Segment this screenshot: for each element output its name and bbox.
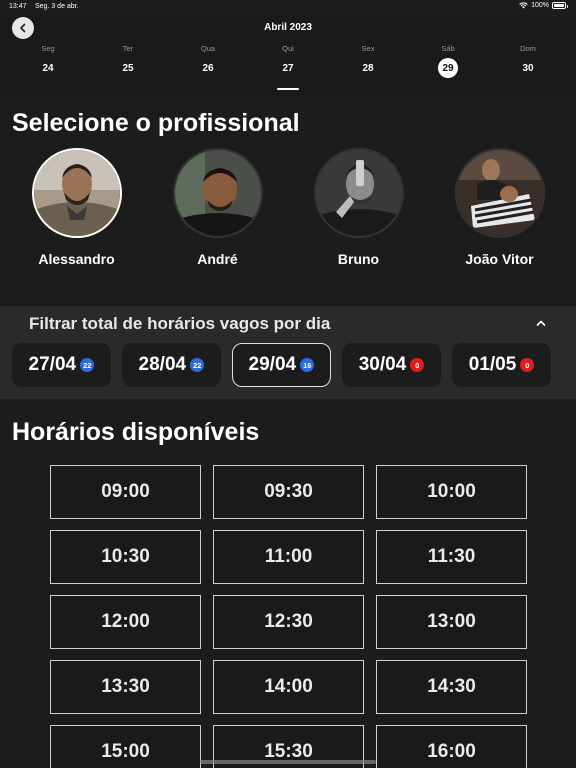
day-number: 28 (362, 62, 374, 74)
time-slot-grid: 09:00 09:30 10:00 10:30 11:00 11:30 12:0… (50, 465, 527, 768)
professionals-section: Selecione o profissional Alessandro Andr… (0, 96, 576, 306)
professional-name: João Vitor (465, 251, 534, 267)
chevron-up-icon[interactable] (536, 318, 546, 328)
day-name: Ter (122, 44, 134, 53)
date-chip-01-05[interactable]: 01/05 0 (452, 343, 551, 387)
time-slot[interactable]: 14:00 (213, 660, 364, 714)
professional-joao-vitor[interactable]: João Vitor (435, 148, 565, 267)
count-badge: 22 (190, 358, 205, 372)
times-title: Horários disponíveis (12, 418, 260, 446)
day-number: 27 (282, 62, 294, 74)
day-name: Qui (282, 44, 294, 53)
time-slot[interactable]: 11:00 (213, 530, 364, 584)
time-slot[interactable]: 09:00 (50, 465, 201, 519)
day-sex[interactable]: Sex 28 (328, 42, 408, 92)
count-badge: 0 (410, 358, 425, 372)
time-slot[interactable]: 10:30 (50, 530, 201, 584)
day-seg[interactable]: Seg 24 (8, 42, 88, 92)
day-name: Sáb (441, 44, 455, 53)
day-name: Sex (361, 44, 375, 53)
date-chips: 27/04 22 28/04 22 29/04 16 30/04 0 01/05… (12, 343, 551, 387)
battery-percentage: 100% (531, 2, 549, 9)
avatar-photo (456, 150, 543, 236)
time-slot[interactable]: 13:00 (376, 595, 527, 649)
day-number: 30 (522, 62, 534, 74)
chip-date: 27/04 (28, 354, 77, 375)
date-chip-28-04[interactable]: 28/04 22 (122, 343, 221, 387)
day-qui[interactable]: Qui 27 (248, 42, 328, 92)
week-strip: Seg 24 Ter 25 Qua 26 Qui 27 Sex 28 Sáb 29 Dom 3… (8, 42, 568, 92)
time-slot[interactable]: 14:30 (376, 660, 527, 714)
professional-name: Alessandro (38, 251, 115, 267)
day-name: Seg (41, 44, 55, 53)
time-slot[interactable]: 10:00 (376, 465, 527, 519)
time-slot[interactable]: 15:00 (50, 725, 201, 768)
date-chip-27-04[interactable]: 27/04 22 (12, 343, 111, 387)
count-badge: 22 (80, 358, 95, 372)
avatar (313, 148, 404, 238)
professionals-title: Selecione o profissional (12, 109, 300, 137)
filter-section: Filtrar total de horários vagos por dia … (0, 306, 576, 399)
day-ter[interactable]: Ter 25 (88, 42, 168, 92)
chip-date: 01/05 (468, 354, 517, 375)
day-name: Dom (520, 44, 536, 53)
month-title: Abril 2023 (264, 22, 312, 33)
professional-name: Bruno (337, 251, 380, 267)
home-indicator[interactable] (200, 760, 376, 764)
day-name: Qua (200, 44, 216, 53)
status-date: Seg. 3 de abr. (35, 3, 79, 10)
day-dom[interactable]: Dom 30 (488, 42, 568, 92)
times-section: Horários disponíveis 09:00 09:30 10:00 1… (0, 399, 576, 768)
avatar (172, 148, 263, 238)
professionals-list: Alessandro André Bruno João Vitor (0, 148, 576, 267)
avatar-photo (315, 150, 402, 236)
chip-date: 28/04 (138, 354, 187, 375)
avatar-photo (174, 150, 261, 236)
time-slot[interactable]: 13:30 (50, 660, 201, 714)
time-slot[interactable]: 12:30 (213, 595, 364, 649)
professional-bruno[interactable]: Bruno (294, 148, 424, 267)
calendar-header: Abril 2023 Seg 24 Ter 25 Qua 26 Qui 27 Sex 28… (0, 14, 576, 96)
status-right: 100% (519, 2, 568, 9)
avatar-photo (33, 150, 120, 236)
wifi-icon (519, 2, 528, 9)
time-slot[interactable]: 09:30 (213, 465, 364, 519)
avatar (454, 148, 545, 238)
count-badge: 0 (520, 358, 535, 372)
time-slot[interactable]: 11:30 (376, 530, 527, 584)
filter-title: Filtrar total de horários vagos por dia (29, 314, 331, 333)
date-chip-30-04[interactable]: 30/04 0 (342, 343, 441, 387)
chip-date: 30/04 (358, 354, 407, 375)
time-slot[interactable]: 16:00 (376, 725, 527, 768)
avatar (31, 148, 122, 238)
day-qua[interactable]: Qua 26 (168, 42, 248, 92)
professional-andre[interactable]: André (153, 148, 283, 267)
day-number: 24 (42, 62, 54, 74)
day-sab[interactable]: Sáb 29 (408, 42, 488, 92)
date-chip-29-04[interactable]: 29/04 16 (232, 343, 331, 387)
time-slot[interactable]: 12:00 (50, 595, 201, 649)
day-number: 25 (122, 62, 134, 74)
professional-alessandro[interactable]: Alessandro (12, 148, 142, 267)
chip-date: 29/04 (248, 354, 297, 375)
day-number-selected: 29 (438, 58, 458, 78)
professional-name: André (197, 251, 238, 267)
count-badge: 16 (300, 358, 315, 372)
battery-icon (552, 2, 568, 9)
status-bar: 13:47 Seg. 3 de abr. 100% (0, 0, 576, 14)
status-time: 13:47 (9, 3, 27, 10)
day-number: 26 (202, 62, 214, 74)
